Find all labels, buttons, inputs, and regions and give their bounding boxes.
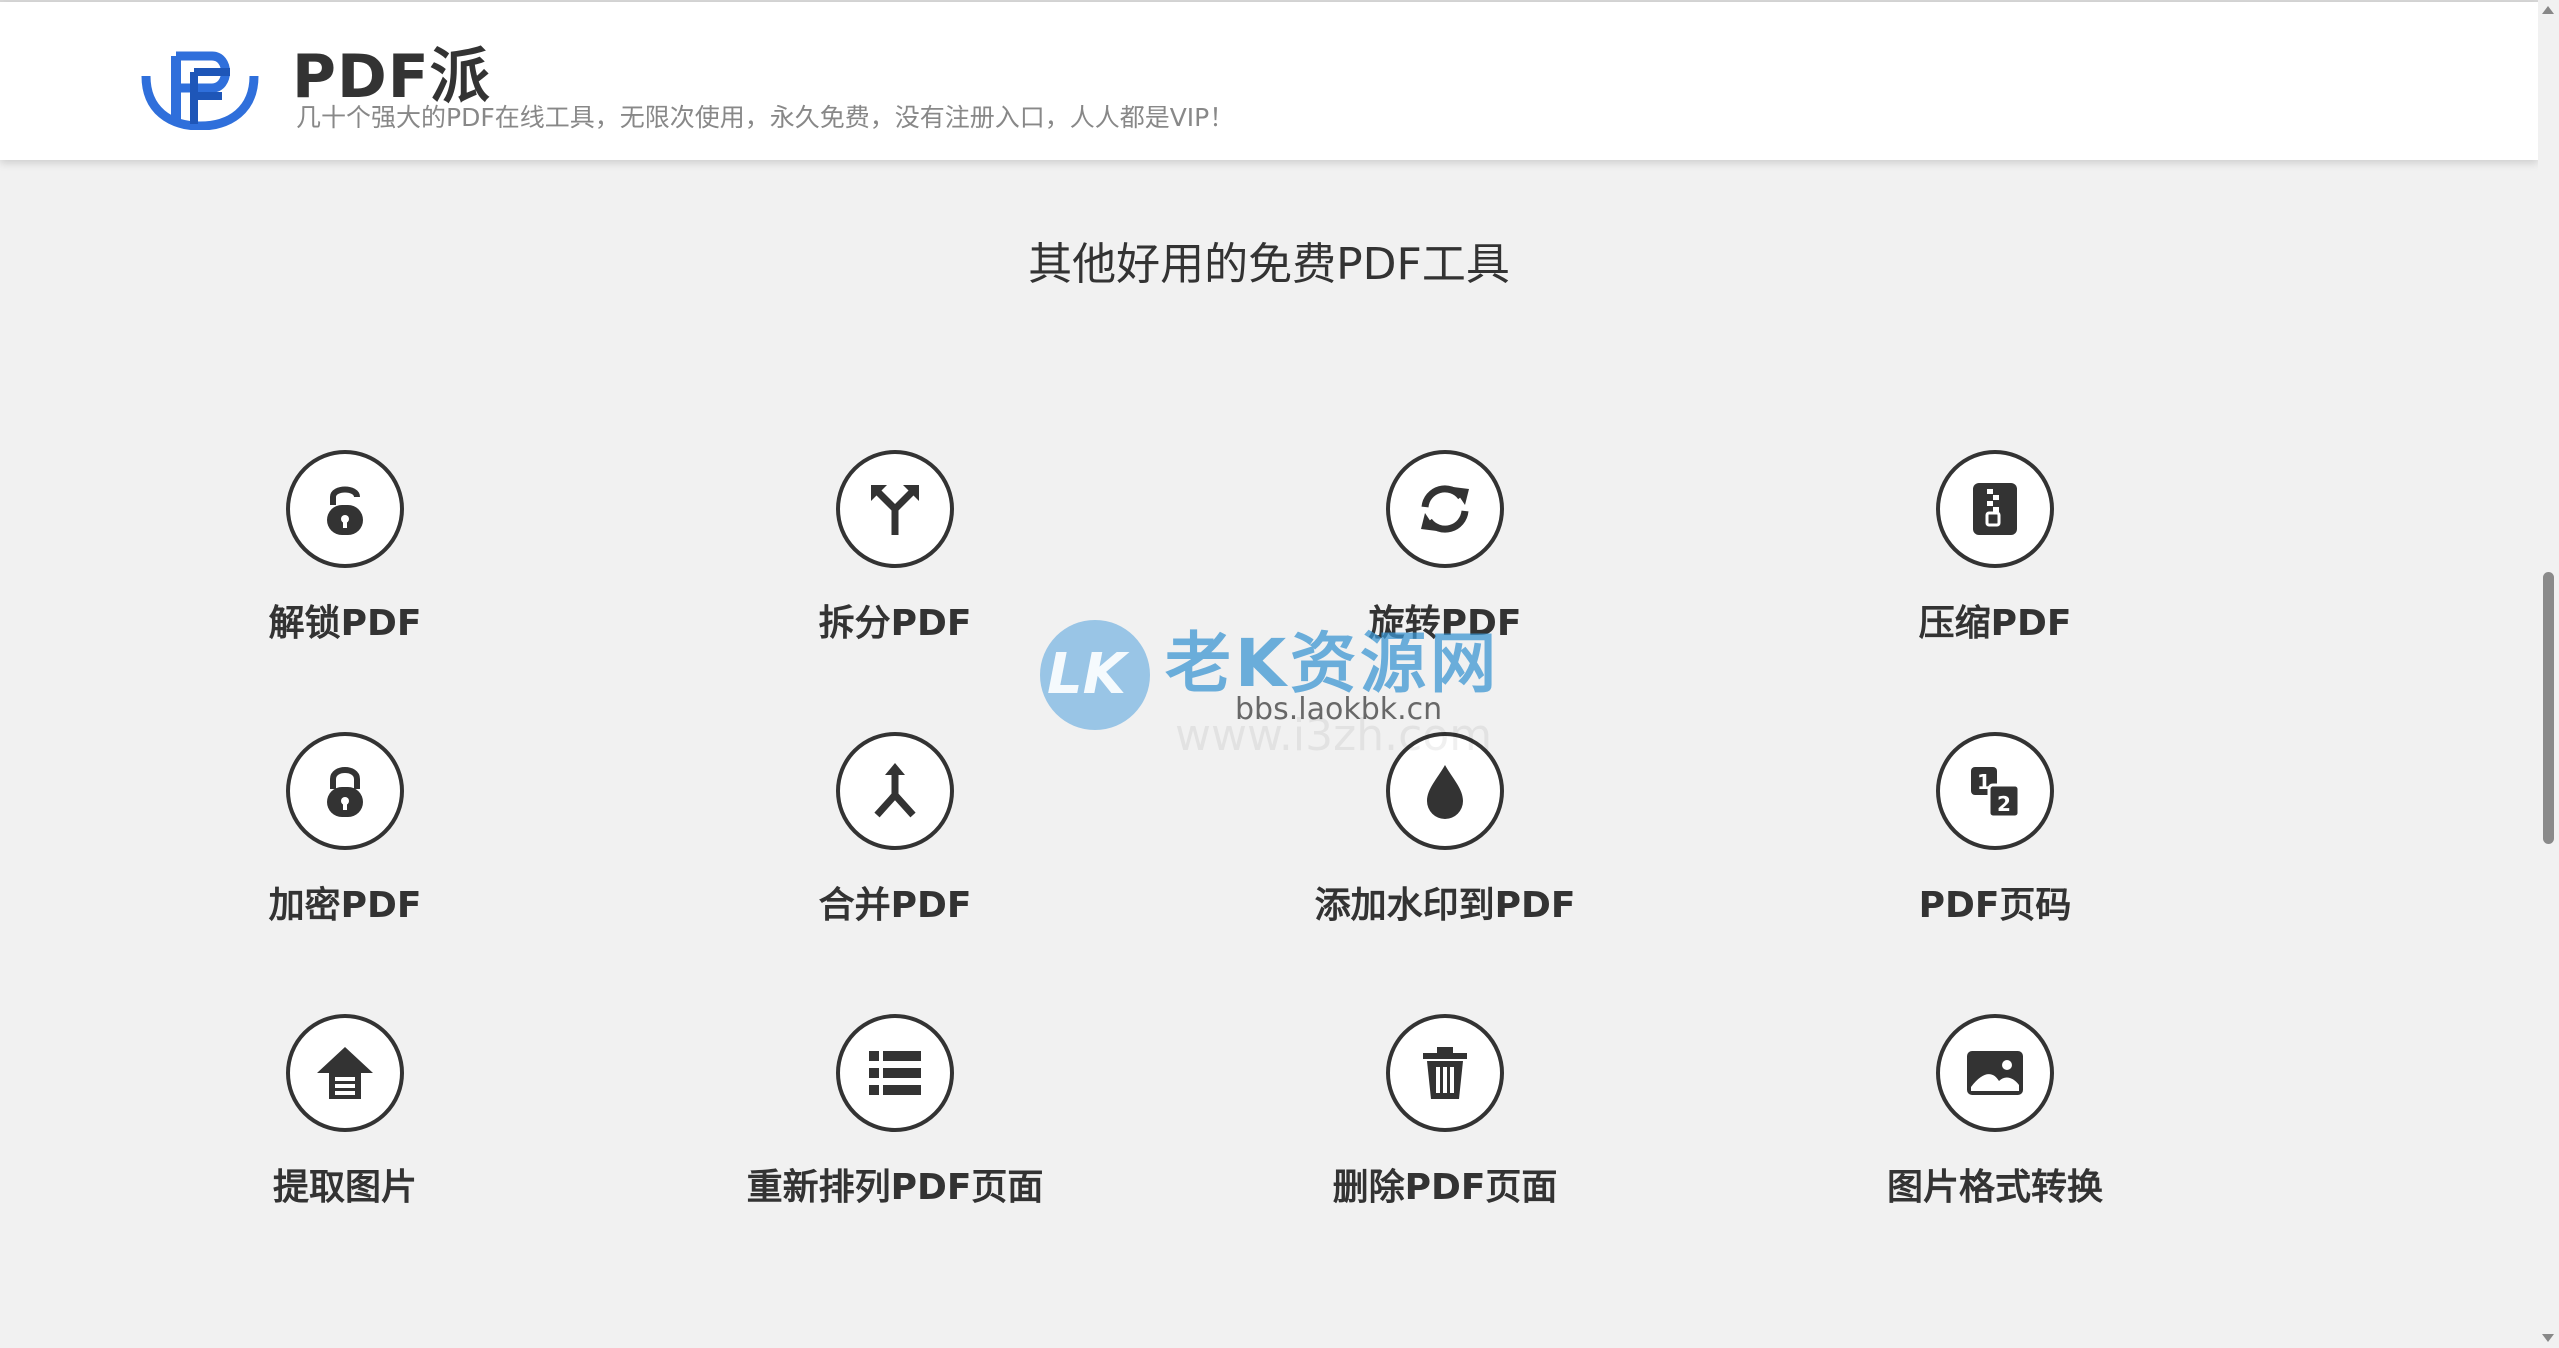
zip-icon <box>1936 450 2054 568</box>
vertical-scrollbar[interactable] <box>2538 0 2559 1348</box>
drop-icon <box>1386 732 1504 850</box>
tool-merge-pdf[interactable]: 合并PDF <box>695 732 1095 952</box>
extract-icon <box>286 1014 404 1132</box>
scroll-down-arrow-icon[interactable] <box>2542 1334 2554 1342</box>
image-icon <box>1936 1014 2054 1132</box>
tool-label: 提取图片 <box>272 1167 417 1208</box>
rotate-icon <box>1386 450 1504 568</box>
tool-unlock-pdf[interactable]: 解锁PDF <box>145 450 545 670</box>
tool-label: 旋转PDF <box>1368 603 1522 644</box>
tool-reorder-pages[interactable]: 重新排列PDF页面 <box>695 1014 1095 1234</box>
merge-arrows-icon <box>836 732 954 850</box>
tool-label: PDF页码 <box>1918 885 2072 926</box>
section-title: 其他好用的免费PDF工具 <box>1028 239 1510 290</box>
svg-text:2: 2 <box>1997 792 2011 816</box>
tool-extract-images[interactable]: 提取图片 <box>145 1014 545 1234</box>
tool-image-convert[interactable]: 图片格式转换 <box>1795 1014 2195 1234</box>
tool-compress-pdf[interactable]: 压缩PDF <box>1795 450 2195 670</box>
tool-rotate-pdf[interactable]: 旋转PDF <box>1245 450 1645 670</box>
tool-grid: 解锁PDF 拆分PDF 旋转PDF 压缩PDF 加密PDF 合并PDF 添加水印… <box>145 450 2395 1230</box>
tool-split-pdf[interactable]: 拆分PDF <box>695 450 1095 670</box>
tool-label: 解锁PDF <box>268 603 422 644</box>
tool-page-number-pdf[interactable]: 12 PDF页码 <box>1795 732 2195 952</box>
tool-label: 加密PDF <box>268 885 422 926</box>
brand-tagline: 几十个强大的PDF在线工具，无限次使用，永久免费，没有注册入口，人人都是VIP！ <box>296 103 1235 132</box>
split-arrows-icon <box>836 450 954 568</box>
tool-encrypt-pdf[interactable]: 加密PDF <box>145 732 545 952</box>
tool-label: 压缩PDF <box>1918 603 2072 644</box>
scroll-up-arrow-icon[interactable] <box>2542 6 2554 14</box>
trash-icon <box>1386 1014 1504 1132</box>
pf-logo-icon[interactable] <box>140 38 260 131</box>
tool-label: 拆分PDF <box>818 603 972 644</box>
tool-label: 图片格式转换 <box>1886 1167 2103 1208</box>
site-header: PDF派 几十个强大的PDF在线工具，无限次使用，永久免费，没有注册入口，人人都… <box>0 2 2538 160</box>
tool-delete-pages[interactable]: 删除PDF页面 <box>1245 1014 1645 1234</box>
tool-label: 删除PDF页面 <box>1332 1167 1558 1208</box>
tool-watermark-pdf[interactable]: 添加水印到PDF <box>1245 732 1645 952</box>
tool-label: 合并PDF <box>818 885 972 926</box>
unlock-icon <box>286 450 404 568</box>
tool-label: 添加水印到PDF <box>1314 885 1576 926</box>
svg-text:1: 1 <box>1977 770 1991 794</box>
list-icon <box>836 1014 954 1132</box>
tool-label: 重新排列PDF页面 <box>746 1167 1044 1208</box>
lock-icon <box>286 732 404 850</box>
page-number-icon: 12 <box>1936 732 2054 850</box>
scroll-thumb[interactable] <box>2543 572 2554 844</box>
